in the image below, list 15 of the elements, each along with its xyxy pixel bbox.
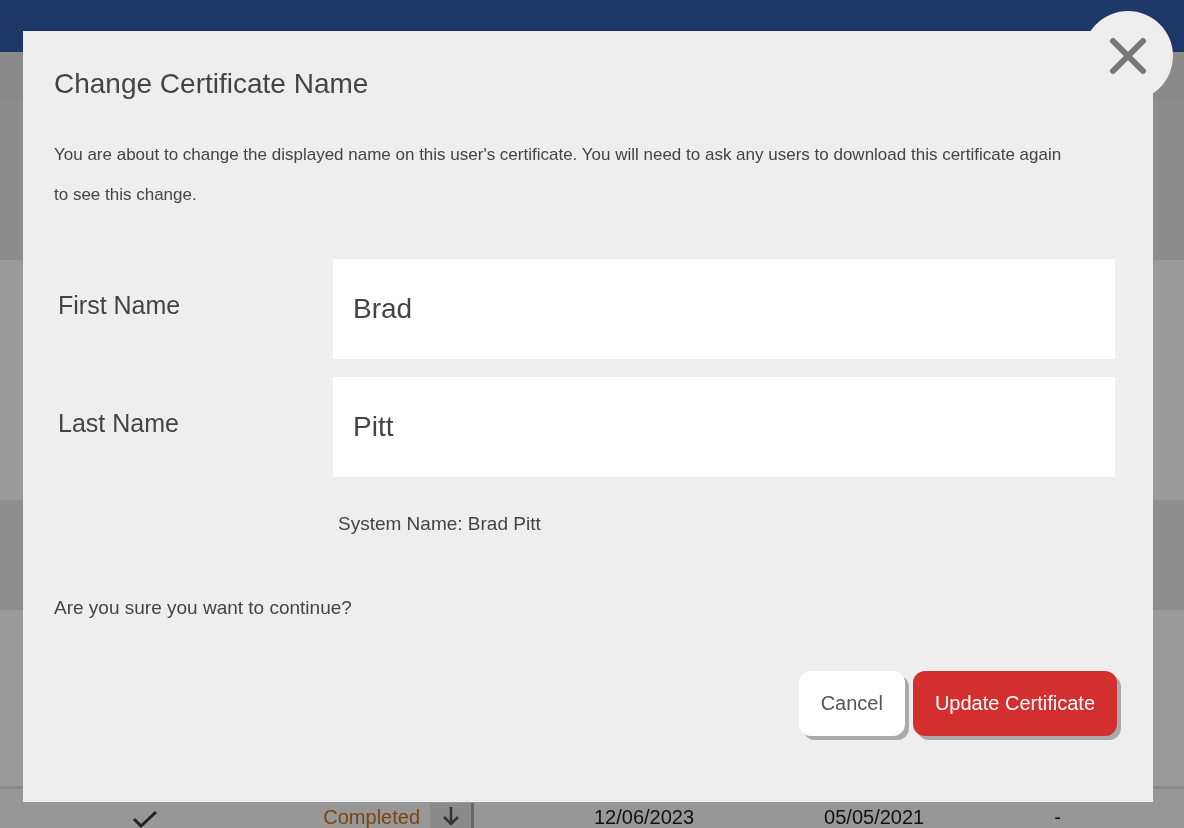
system-name-text: System Name: Brad Pitt bbox=[338, 513, 542, 535]
confirm-question: Are you sure you want to continue? bbox=[54, 597, 353, 619]
input-field[interactable]: Brad bbox=[333, 259, 1115, 359]
table-cell: - bbox=[1054, 805, 1061, 828]
status-text: Completed bbox=[322, 805, 420, 828]
close-icon bbox=[1108, 36, 1148, 76]
dialog-title: Change Certificate Name bbox=[54, 67, 370, 101]
input-field[interactable]: Pitt bbox=[333, 377, 1115, 477]
arrow-down-icon bbox=[441, 805, 460, 827]
date-text: 05/05/2021 bbox=[824, 805, 925, 828]
field-label: Last Name bbox=[57, 408, 180, 438]
date-text: 12/06/2023 bbox=[594, 805, 695, 828]
field-label: First Name bbox=[57, 290, 182, 320]
dialog-message: You are about to change the displayed name on this user's certificate. You will need to ask any users to download this certificate again to see this change. bbox=[54, 144, 1063, 206]
download-button[interactable] bbox=[430, 803, 474, 828]
